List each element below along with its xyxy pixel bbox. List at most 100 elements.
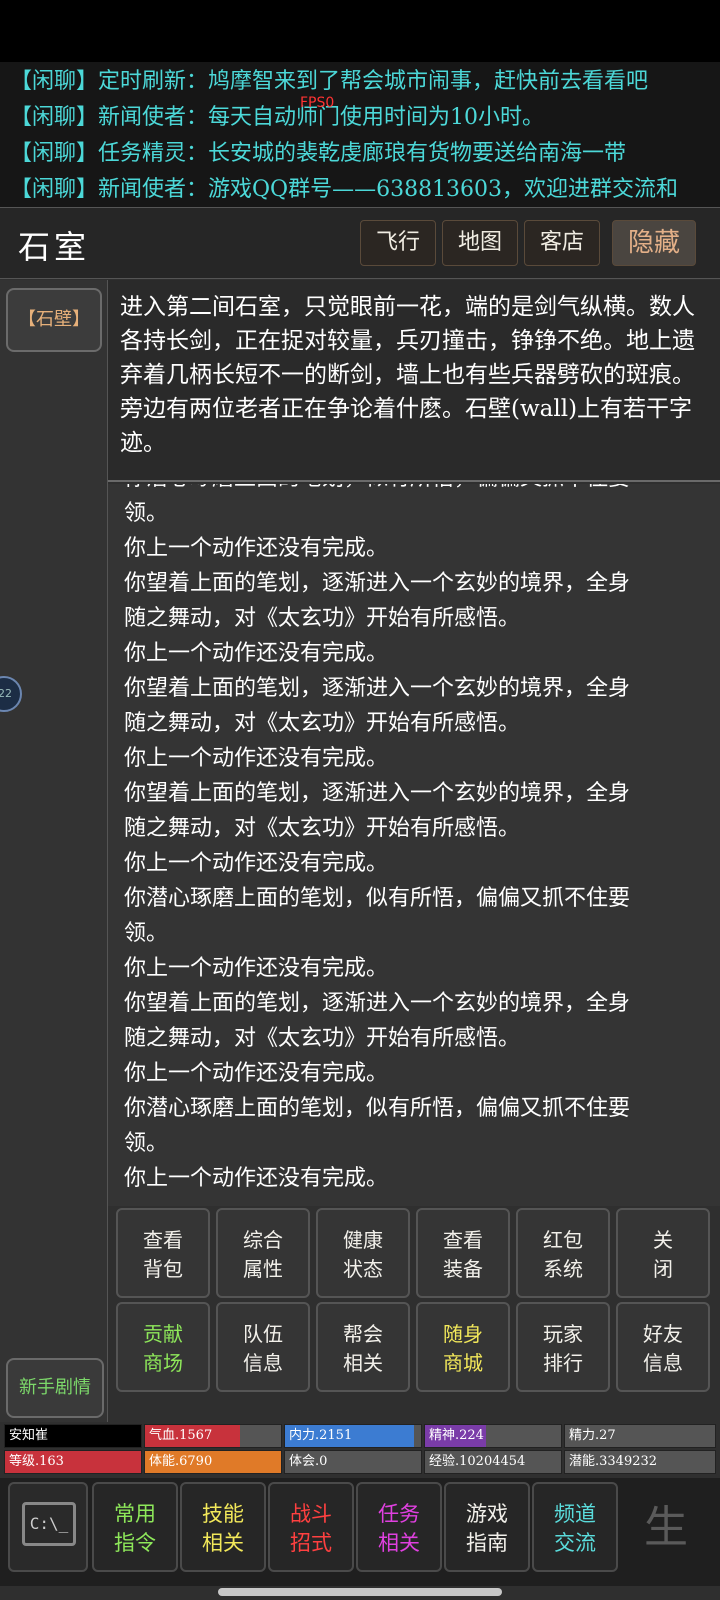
exp-bar: 经验.10204454 xyxy=(424,1450,562,1474)
attributes-button[interactable]: 综合 属性 xyxy=(216,1208,310,1298)
button-label: 随身 xyxy=(443,1322,483,1346)
log-line: 随之舞动，对《太玄功》开始有所感悟。 xyxy=(124,711,521,736)
button-label: 属性 xyxy=(243,1257,283,1281)
log-line: 领。 xyxy=(124,501,169,526)
log-line: 随之舞动，对《太玄功》开始有所感悟。 xyxy=(124,1026,521,1051)
button-label: 健康 xyxy=(343,1228,383,1252)
hide-button[interactable]: 隐藏 xyxy=(612,220,696,266)
button-label: 综合 xyxy=(243,1228,283,1252)
log-line: 你潜心琢磨上面的笔划，似有所悟，偏偏又抓不住要 xyxy=(124,484,710,496)
view-bag-button[interactable]: 查看 背包 xyxy=(116,1208,210,1298)
button-label: 贡献 xyxy=(143,1322,183,1346)
button-label: 游戏 xyxy=(466,1502,508,1526)
room-title: 石室 xyxy=(18,228,91,266)
quests-button[interactable]: 任务 相关 xyxy=(356,1482,442,1572)
level-text: 等级.163 xyxy=(9,1454,64,1469)
hp-bar: 气血.1567 xyxy=(144,1424,282,1448)
potential-bar: 潜能.3349232 xyxy=(564,1450,716,1474)
system-status-bar xyxy=(0,0,720,62)
fly-button[interactable]: 飞行 xyxy=(360,220,436,266)
message-log[interactable]: 你潜心琢磨上面的笔划，似有所悟，偏偏又抓不住要领。你上一个动作还没有完成。你望着… xyxy=(108,484,720,1206)
newbie-story-button[interactable]: 新手剧情 xyxy=(6,1358,104,1418)
log-line: 你望着上面的笔划，逐渐进入一个玄妙的境界，全身 xyxy=(124,991,631,1016)
potential-text: 潜能.3349232 xyxy=(569,1454,658,1469)
chat-channel[interactable]: 【闲聊】定时刷新：鸠摩智来到了帮会城市闹事，赶快前去看看吧 【闲聊】新闻使者：每… xyxy=(0,62,720,207)
log-line: 你上一个动作还没有完成。 xyxy=(124,746,389,771)
button-label: 排行 xyxy=(543,1351,583,1375)
log-line: 随之舞动，对《太玄功》开始有所感悟。 xyxy=(124,606,521,631)
room-description: 进入第二间石室，只觉眼前一花，端的是剑气纵横。数人各持长剑，正在捉对较量，兵刃撞… xyxy=(108,280,720,482)
game-guide-button[interactable]: 游戏 指南 xyxy=(444,1482,530,1572)
portable-shop-button[interactable]: 随身 商城 xyxy=(416,1302,510,1392)
log-line: 你上一个动作还没有完成。 xyxy=(124,536,389,561)
button-label: 帮会 xyxy=(343,1322,383,1346)
button-label: 相关 xyxy=(202,1531,244,1555)
health-status-button[interactable]: 健康 状态 xyxy=(316,1208,410,1298)
status-bars: 安知崔 气血.1567 内力.2151 精神.224 精力.27 等级.163 … xyxy=(0,1424,720,1476)
contribution-shop-button[interactable]: 贡献 商场 xyxy=(116,1302,210,1392)
player-name: 安知崔 xyxy=(4,1424,142,1448)
stamina-bar: 体能.6790 xyxy=(144,1450,282,1474)
button-label: 指南 xyxy=(466,1531,508,1555)
button-label: 红包 xyxy=(543,1228,583,1252)
wall-object-button[interactable]: 【石壁】 xyxy=(6,288,102,352)
button-label: 任务 xyxy=(378,1502,420,1526)
friends-button[interactable]: 好友 信息 xyxy=(616,1302,710,1392)
red-packet-button[interactable]: 红包 系统 xyxy=(516,1208,610,1298)
exp-text: 经验.10204454 xyxy=(429,1454,526,1469)
button-label: 好友 xyxy=(643,1322,683,1346)
combat-moves-button[interactable]: 战斗 招式 xyxy=(268,1482,354,1572)
button-label: 相关 xyxy=(343,1351,383,1375)
button-label: 指令 xyxy=(114,1531,156,1555)
button-label: 背包 xyxy=(143,1257,183,1281)
team-info-button[interactable]: 队伍 信息 xyxy=(216,1302,310,1392)
button-label: 玩家 xyxy=(543,1322,583,1346)
terminal-icon: C:\_ xyxy=(22,1502,76,1546)
button-label: 信息 xyxy=(643,1351,683,1375)
close-button[interactable]: 关闭 xyxy=(616,1208,710,1298)
skills-button[interactable]: 技能 相关 xyxy=(180,1482,266,1572)
button-label: 装备 xyxy=(443,1257,483,1281)
log-line: 你潜心琢磨上面的笔划，似有所悟，偏偏又抓不住要 xyxy=(124,886,631,911)
button-label: 相关 xyxy=(378,1531,420,1555)
button-label: 队伍 xyxy=(243,1322,283,1346)
log-line: 你望着上面的笔划，逐渐进入一个玄妙的境界，全身 xyxy=(124,781,631,806)
side-badge[interactable]: 22 xyxy=(0,676,22,712)
menu-grid: 查看 背包 综合 属性 健康 状态 查看 装备 红包 系统关闭贡献 商场 队伍 信息 帮会 相关 随身 商城 玩家… xyxy=(108,1208,720,1424)
button-label: 商场 xyxy=(143,1351,183,1375)
map-button[interactable]: 地图 xyxy=(442,220,518,266)
button-label: 信息 xyxy=(243,1351,283,1375)
common-commands-button[interactable]: 常用 指令 xyxy=(92,1482,178,1572)
chat-line: 【闲聊】定时刷新：鸠摩智来到了帮会城市闹事，赶快前去看看吧 xyxy=(10,69,649,94)
view-equipment-button[interactable]: 查看 装备 xyxy=(416,1208,510,1298)
life-skill-icon[interactable]: 生 xyxy=(626,1486,706,1570)
log-line: 领。 xyxy=(124,1131,169,1156)
chat-line: 【闲聊】新闻使者：每天自动师门使用时间为10小时。 xyxy=(10,105,544,130)
player-name-text: 安知崔 xyxy=(9,1428,49,1443)
button-label: 系统 xyxy=(543,1257,583,1281)
log-line: 你上一个动作还没有完成。 xyxy=(124,956,389,981)
log-line: 领。 xyxy=(124,921,169,946)
bottom-toolbar: C:\_ 生 常用 指令 技能 相关 战斗 招式 任务 相关 游戏 指南 频道 交流 xyxy=(0,1478,720,1586)
energy-text: 精力.27 xyxy=(569,1428,616,1443)
button-label: 技能 xyxy=(202,1502,244,1526)
home-indicator[interactable] xyxy=(218,1588,502,1596)
button-label: 闭 xyxy=(653,1257,673,1281)
energy-bar: 精力.27 xyxy=(564,1424,716,1448)
inn-button[interactable]: 客店 xyxy=(524,220,600,266)
channel-chat-button[interactable]: 频道 交流 xyxy=(532,1482,618,1572)
spirit-bar: 精神.224 xyxy=(424,1424,562,1448)
command-console-button[interactable]: C:\_ xyxy=(8,1482,88,1572)
fps-counter: FPS0 xyxy=(300,95,335,111)
guild-button[interactable]: 帮会 相关 xyxy=(316,1302,410,1392)
insight-text: 体会.0 xyxy=(289,1454,328,1469)
left-panel: 【石壁】 22 新手剧情 xyxy=(0,280,108,1422)
chat-line: 【闲聊】新闻使者：游戏QQ群号——638813603，欢迎进群交流和 xyxy=(10,177,679,202)
log-line: 你望着上面的笔划，逐渐进入一个玄妙的境界，全身 xyxy=(124,676,631,701)
button-label: 招式 xyxy=(290,1531,332,1555)
button-label: 战斗 xyxy=(290,1502,332,1526)
ranking-button[interactable]: 玩家 排行 xyxy=(516,1302,610,1392)
button-label: 商城 xyxy=(443,1351,483,1375)
log-line: 你上一个动作还没有完成。 xyxy=(124,641,389,666)
level-bar: 等级.163 xyxy=(4,1450,142,1474)
